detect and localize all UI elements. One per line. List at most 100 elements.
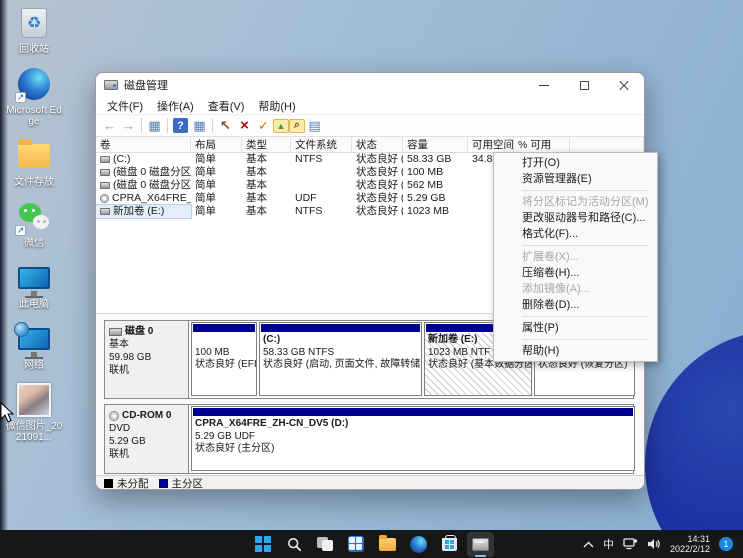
col-volume[interactable]: 卷 xyxy=(96,137,191,153)
menu-item-mark-active: 将分区标记为活动分区(M) xyxy=(494,194,657,210)
desktop-icon-recycle-bin[interactable]: ♻ 回收站 xyxy=(2,4,66,55)
tasks-check-icon[interactable]: ✓ xyxy=(254,117,273,135)
file-explorer-icon xyxy=(379,538,396,551)
desktop-icon-label: 微信图片_2021091... xyxy=(4,421,64,443)
maximize-button[interactable] xyxy=(564,73,604,97)
menu-item-format[interactable]: 格式化(F)... xyxy=(494,226,657,242)
widgets-button[interactable] xyxy=(343,532,370,557)
back-icon[interactable]: ← xyxy=(100,117,119,135)
desktop-icon-label: Microsoft Edge xyxy=(4,105,64,127)
title-bar[interactable]: 磁盘管理 xyxy=(96,73,644,97)
network-icon xyxy=(18,328,50,350)
delete-volume-icon[interactable]: × xyxy=(235,117,254,135)
disk-management-app-icon xyxy=(104,80,118,90)
drive-icon xyxy=(100,182,110,189)
disk-management-taskbar-button[interactable] xyxy=(467,532,494,557)
tray-chevron-icon[interactable] xyxy=(583,541,594,548)
cdrom0-info[interactable]: CD-ROM 0 DVD 5.29 GB 联机 xyxy=(105,405,189,473)
cdrom0-row: CD-ROM 0 DVD 5.29 GB 联机 CPRA_X64FRE_ZH-C… xyxy=(104,404,634,474)
folder-up-icon[interactable]: ▲ xyxy=(273,119,289,133)
this-pc-icon xyxy=(18,267,50,289)
store-button[interactable] xyxy=(436,532,463,557)
menu-item-delete-volume[interactable]: 删除卷(D)... xyxy=(494,297,657,313)
menu-item-change-drive-letter[interactable]: 更改驱动器号和路径(C)... xyxy=(494,210,657,226)
desktop-icon-network[interactable]: 网络 xyxy=(2,320,66,371)
partition-c[interactable]: (C:) 58.33 GB NTFS 状态良好 (启动, 页面文件, 故障转储,… xyxy=(259,322,422,396)
col-type[interactable]: 类型 xyxy=(242,137,291,153)
network-icon[interactable] xyxy=(623,538,638,550)
desktop-icon-label: 文件存放 xyxy=(14,177,54,188)
unallocated-swatch xyxy=(104,479,113,488)
input-method-indicator[interactable]: 中 xyxy=(603,536,614,552)
help-icon[interactable]: ? xyxy=(173,118,188,133)
close-button[interactable] xyxy=(604,73,644,97)
file-explorer-button[interactable] xyxy=(374,532,401,557)
partition-dvd-d[interactable]: CPRA_X64FRE_ZH-CN_DV5 (D:) 5.29 GB UDF 状… xyxy=(191,406,635,471)
minimize-button[interactable] xyxy=(524,73,564,97)
menu-item-shrink-volume[interactable]: 压缩卷(H)... xyxy=(494,265,657,281)
widgets-icon xyxy=(348,536,364,552)
primary-partition-band xyxy=(193,324,255,332)
desktop-icon-label: 此电脑 xyxy=(19,299,49,310)
legend-unallocated: 未分配 xyxy=(104,476,149,490)
desktop-icon-wechat[interactable]: ↗ 微信 xyxy=(2,198,66,249)
col-filesystem[interactable]: 文件系统 xyxy=(291,137,352,153)
menu-file[interactable]: 文件(F) xyxy=(100,98,150,114)
properties-icon[interactable]: ▤ xyxy=(305,117,324,135)
folder-search-icon[interactable]: ⌕ xyxy=(289,119,305,133)
show-action-pane-icon[interactable]: ▦ xyxy=(190,117,209,135)
toolbar: ← → ▦ ? ▦ ↖ × ✓ ▲ ⌕ ▤ xyxy=(96,115,644,137)
disk0-info[interactable]: 磁盘 0 基本 59.98 GB 联机 xyxy=(105,321,189,398)
legend-bar: 未分配 主分区 xyxy=(96,475,644,490)
start-button[interactable] xyxy=(250,532,277,557)
search-button[interactable] xyxy=(281,532,308,557)
menu-item-explorer[interactable]: 资源管理器(E) xyxy=(494,171,657,187)
edge-icon xyxy=(410,536,427,553)
taskbar-clock[interactable]: 14:31 2022/2/12 xyxy=(670,534,710,554)
col-capacity[interactable]: 容量 xyxy=(403,137,468,153)
forward-icon[interactable]: → xyxy=(119,117,138,135)
partition-efi[interactable]: 100 MB 状态良好 (EFI 系 xyxy=(191,322,257,396)
col-pct-free[interactable]: % 可用 xyxy=(514,137,570,153)
notification-badge[interactable]: 1 xyxy=(719,537,733,551)
menu-action[interactable]: 操作(A) xyxy=(150,98,201,114)
desktop-icon-label: 微信 xyxy=(24,238,44,249)
menu-item-properties[interactable]: 属性(P) xyxy=(494,320,657,336)
menu-view[interactable]: 查看(V) xyxy=(201,98,252,114)
menu-item-open[interactable]: 打开(O) xyxy=(494,155,657,171)
volume-icon[interactable] xyxy=(647,538,661,550)
menu-item-help[interactable]: 帮助(H) xyxy=(494,343,657,359)
task-view-icon xyxy=(317,537,333,551)
task-view-button[interactable] xyxy=(312,532,339,557)
desktop-icon-folder[interactable]: 文件存放 xyxy=(2,137,66,188)
windows-logo-icon xyxy=(255,536,271,552)
drive-icon xyxy=(100,169,110,176)
menu-item-add-mirror: 添加镜像(A)... xyxy=(494,281,657,297)
menu-item-extend-volume: 扩展卷(X)... xyxy=(494,249,657,265)
system-tray: 中 14:31 2022/2/12 1 xyxy=(583,530,743,558)
desktop-icons: ♻ 回收站 ↗ Microsoft Edge 文件存放 ↗ 微信 此电脑 网络 xyxy=(2,4,66,453)
taskbar-center xyxy=(250,530,494,558)
desktop-icon-edge[interactable]: ↗ Microsoft Edge xyxy=(2,65,66,127)
volume-list-header: 卷 布局 类型 文件系统 状态 容量 可用空间 % 可用 xyxy=(96,137,644,153)
primary-partition-swatch xyxy=(159,479,168,488)
edge-button[interactable] xyxy=(405,532,432,557)
primary-partition-band xyxy=(193,408,633,416)
col-layout[interactable]: 布局 xyxy=(191,137,242,153)
col-free-space[interactable]: 可用空间 xyxy=(468,137,514,153)
desktop: ♻ 回收站 ↗ Microsoft Edge 文件存放 ↗ 微信 此电脑 网络 xyxy=(0,0,743,558)
search-icon xyxy=(287,537,302,552)
legend-primary-partition: 主分区 xyxy=(159,476,204,490)
folder-icon xyxy=(18,144,50,168)
shortcut-arrow-icon: ↗ xyxy=(15,92,26,103)
menu-separator xyxy=(522,190,649,191)
menu-help[interactable]: 帮助(H) xyxy=(251,98,302,114)
pointer-icon[interactable]: ↖ xyxy=(216,117,235,135)
drive-icon xyxy=(100,156,110,163)
recycle-bin-icon: ♻ xyxy=(21,8,47,38)
show-console-tree-icon[interactable]: ▦ xyxy=(145,117,164,135)
col-status[interactable]: 状态 xyxy=(352,137,403,153)
disk-management-icon xyxy=(472,538,489,551)
desktop-icon-this-pc[interactable]: 此电脑 xyxy=(2,259,66,310)
globe-icon xyxy=(14,322,29,337)
